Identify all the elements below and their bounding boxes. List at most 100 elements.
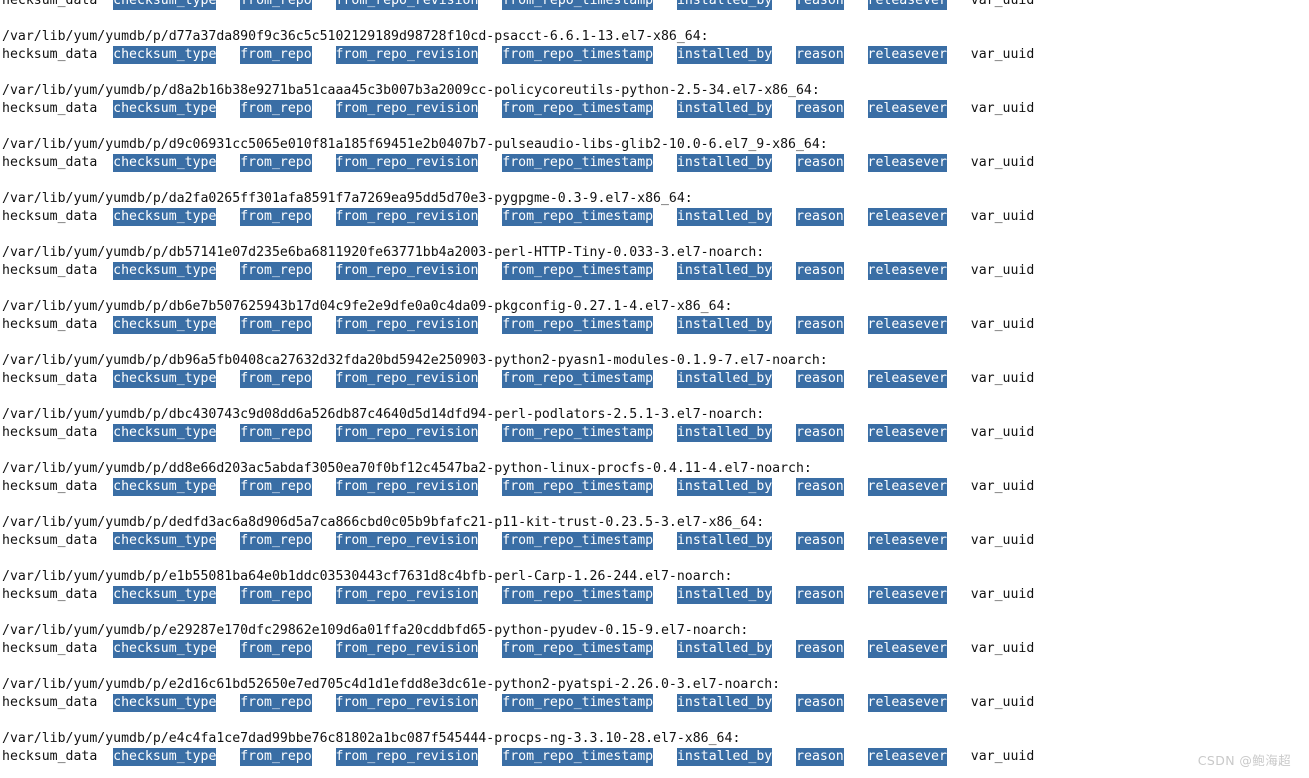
field-gap [653,370,677,388]
field-gap [312,640,336,658]
yumdb-field-from-repo-timestamp: from_repo_timestamp [502,316,654,334]
yumdb-field-from-repo-revision: from_repo_revision [335,100,479,118]
yumdb-field-from-repo-revision: from_repo_revision [335,262,479,280]
yumdb-field-installed-by: installed_by [676,478,773,496]
yumdb-field-installed-by: installed_by [676,262,773,280]
yumdb-entry: /var/lib/yum/yumdb/p/dd8e66d203ac5abdaf3… [0,460,1309,496]
yumdb-field-reason: reason [796,208,844,226]
yumdb-field-hecksum-data: hecksum_data [2,641,98,656]
field-gap [312,100,336,118]
yumdb-field-from-repo-revision: from_repo_revision [335,0,479,10]
yumdb-field-installed-by: installed_by [676,640,773,658]
yumdb-field-row: hecksum_data checksum_type from_repo fro… [0,370,1309,388]
yumdb-entry: /var/lib/yum/yumdb/p/e1b55081ba64e0b1ddc… [0,568,1309,604]
field-gap [478,0,502,10]
field-gap [478,316,502,334]
field-gap [772,478,796,496]
yumdb-field-from-repo-timestamp: from_repo_timestamp [502,478,654,496]
yumdb-field-var-uuid: var_uuid [970,101,1035,116]
field-gap [97,262,113,280]
field-gap [844,0,868,10]
field-gap [947,532,971,550]
yumdb-field-installed-by: installed_by [676,0,773,10]
yumdb-field-hecksum-data: hecksum_data [2,209,98,224]
yumdb-field-from-repo: from_repo [240,154,312,172]
field-gap [844,424,868,442]
field-gap [947,316,971,334]
yumdb-field-reason: reason [796,262,844,280]
yumdb-field-var-uuid: var_uuid [970,317,1035,332]
yumdb-field-from-repo-revision: from_repo_revision [335,154,479,172]
field-gap [844,46,868,64]
field-gap [216,0,240,10]
yumdb-field-checksum-type: checksum_type [113,370,217,388]
field-gap [97,478,113,496]
field-gap [653,478,677,496]
yumdb-field-checksum-type: checksum_type [113,424,217,442]
field-gap [772,262,796,280]
yumdb-field-from-repo-timestamp: from_repo_timestamp [502,370,654,388]
yumdb-field-releasever: releasever [867,586,947,604]
yumdb-entry: /var/lib/yum/yumdb/p/da2fa0265ff301afa85… [0,190,1309,226]
field-gap [653,262,677,280]
yumdb-entry-path: /var/lib/yum/yumdb/p/d77a37da890f9c36c5c… [2,29,709,44]
yumdb-field-releasever: releasever [867,154,947,172]
field-gap [947,694,971,712]
field-gap [312,208,336,226]
field-gap [312,748,336,766]
yumdb-field-hecksum-data: hecksum_data [2,587,98,602]
field-gap [844,586,868,604]
yumdb-field-var-uuid: var_uuid [970,749,1035,764]
yumdb-field-reason: reason [796,640,844,658]
field-gap [653,694,677,712]
yumdb-field-releasever: releasever [867,748,947,766]
yumdb-field-var-uuid: var_uuid [970,587,1035,602]
field-gap [216,46,240,64]
yumdb-field-from-repo: from_repo [240,478,312,496]
yumdb-field-checksum-type: checksum_type [113,154,217,172]
yumdb-field-from-repo-revision: from_repo_revision [335,532,479,550]
yumdb-field-row: hecksum_data checksum_type from_repo fro… [0,100,1309,118]
yumdb-field-from-repo-timestamp: from_repo_timestamp [502,424,654,442]
yumdb-field-from-repo-revision: from_repo_revision [335,370,479,388]
yumdb-field-reason: reason [796,478,844,496]
field-gap [947,586,971,604]
field-gap [653,424,677,442]
field-gap [844,208,868,226]
yumdb-entry: /var/lib/yum/yumdb/p/e29287e170dfc29862e… [0,622,1309,658]
yumdb-field-from-repo-revision: from_repo_revision [335,748,479,766]
yumdb-entry: /var/lib/yum/yumdb/p/d8a2b16b38e9271ba51… [0,82,1309,118]
yumdb-field-hecksum-data: hecksum_data [2,47,98,62]
yumdb-field-releasever: releasever [867,640,947,658]
yumdb-field-row: hecksum_data checksum_type from_repo fro… [0,694,1309,712]
field-gap [478,694,502,712]
field-gap [653,208,677,226]
yumdb-entry: /var/lib/yum/yumdb/p/d9c06931cc5065e010f… [0,136,1309,172]
yumdb-field-installed-by: installed_by [676,532,773,550]
yumdb-field-reason: reason [796,100,844,118]
field-gap [772,586,796,604]
field-gap [653,316,677,334]
yumdb-entry-path: /var/lib/yum/yumdb/p/e29287e170dfc29862e… [2,623,749,638]
yumdb-field-installed-by: installed_by [676,586,773,604]
yumdb-field-checksum-type: checksum_type [113,748,217,766]
yumdb-entry-path: /var/lib/yum/yumdb/p/e1b55081ba64e0b1ddc… [2,569,733,584]
yumdb-field-installed-by: installed_by [676,370,773,388]
field-gap [216,316,240,334]
field-gap [947,154,971,172]
yumdb-field-reason: reason [796,154,844,172]
field-gap [478,478,502,496]
yumdb-field-checksum-type: checksum_type [113,262,217,280]
terminal-scroll-area: hecksum_data checksum_type from_repo fro… [0,0,1309,778]
yumdb-field-reason: reason [796,0,844,10]
yumdb-entry: /var/lib/yum/yumdb/p/db6e7b507625943b17d… [0,298,1309,334]
field-gap [478,424,502,442]
field-gap [97,154,113,172]
yumdb-field-releasever: releasever [867,478,947,496]
yumdb-field-checksum-type: checksum_type [113,100,217,118]
yumdb-field-checksum-type: checksum_type [113,586,217,604]
yumdb-field-row: hecksum_data checksum_type from_repo fro… [0,640,1309,658]
field-gap [653,0,677,10]
yumdb-field-from-repo: from_repo [240,100,312,118]
yumdb-field-from-repo: from_repo [240,370,312,388]
